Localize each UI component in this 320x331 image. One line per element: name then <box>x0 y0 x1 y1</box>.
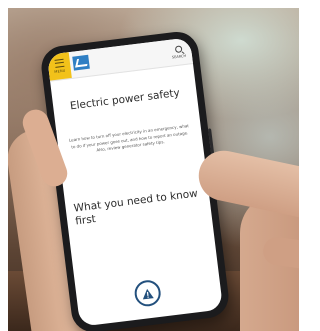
hamburger-icon <box>54 58 64 68</box>
intro-text: Learn how to turn off your electricity i… <box>68 123 190 153</box>
search-button[interactable]: SEARCH <box>168 42 188 62</box>
warning-triangle-icon <box>142 288 154 299</box>
site-header: MENU SEARCH <box>46 37 194 82</box>
alert-button[interactable] <box>133 278 163 308</box>
menu-label: MENU <box>54 68 66 74</box>
phone-screen: MENU SEARCH Electric power safety Learn … <box>46 37 224 327</box>
site-logo[interactable] <box>72 54 90 71</box>
search-icon <box>174 44 182 53</box>
phone-side-button <box>208 128 215 155</box>
section-heading: What you need to know first <box>73 187 199 228</box>
page-title: Electric power safety <box>69 86 181 113</box>
menu-button[interactable]: MENU <box>46 52 72 81</box>
search-label: SEARCH <box>171 53 187 60</box>
photo: MENU SEARCH Electric power safety Learn … <box>8 8 299 331</box>
